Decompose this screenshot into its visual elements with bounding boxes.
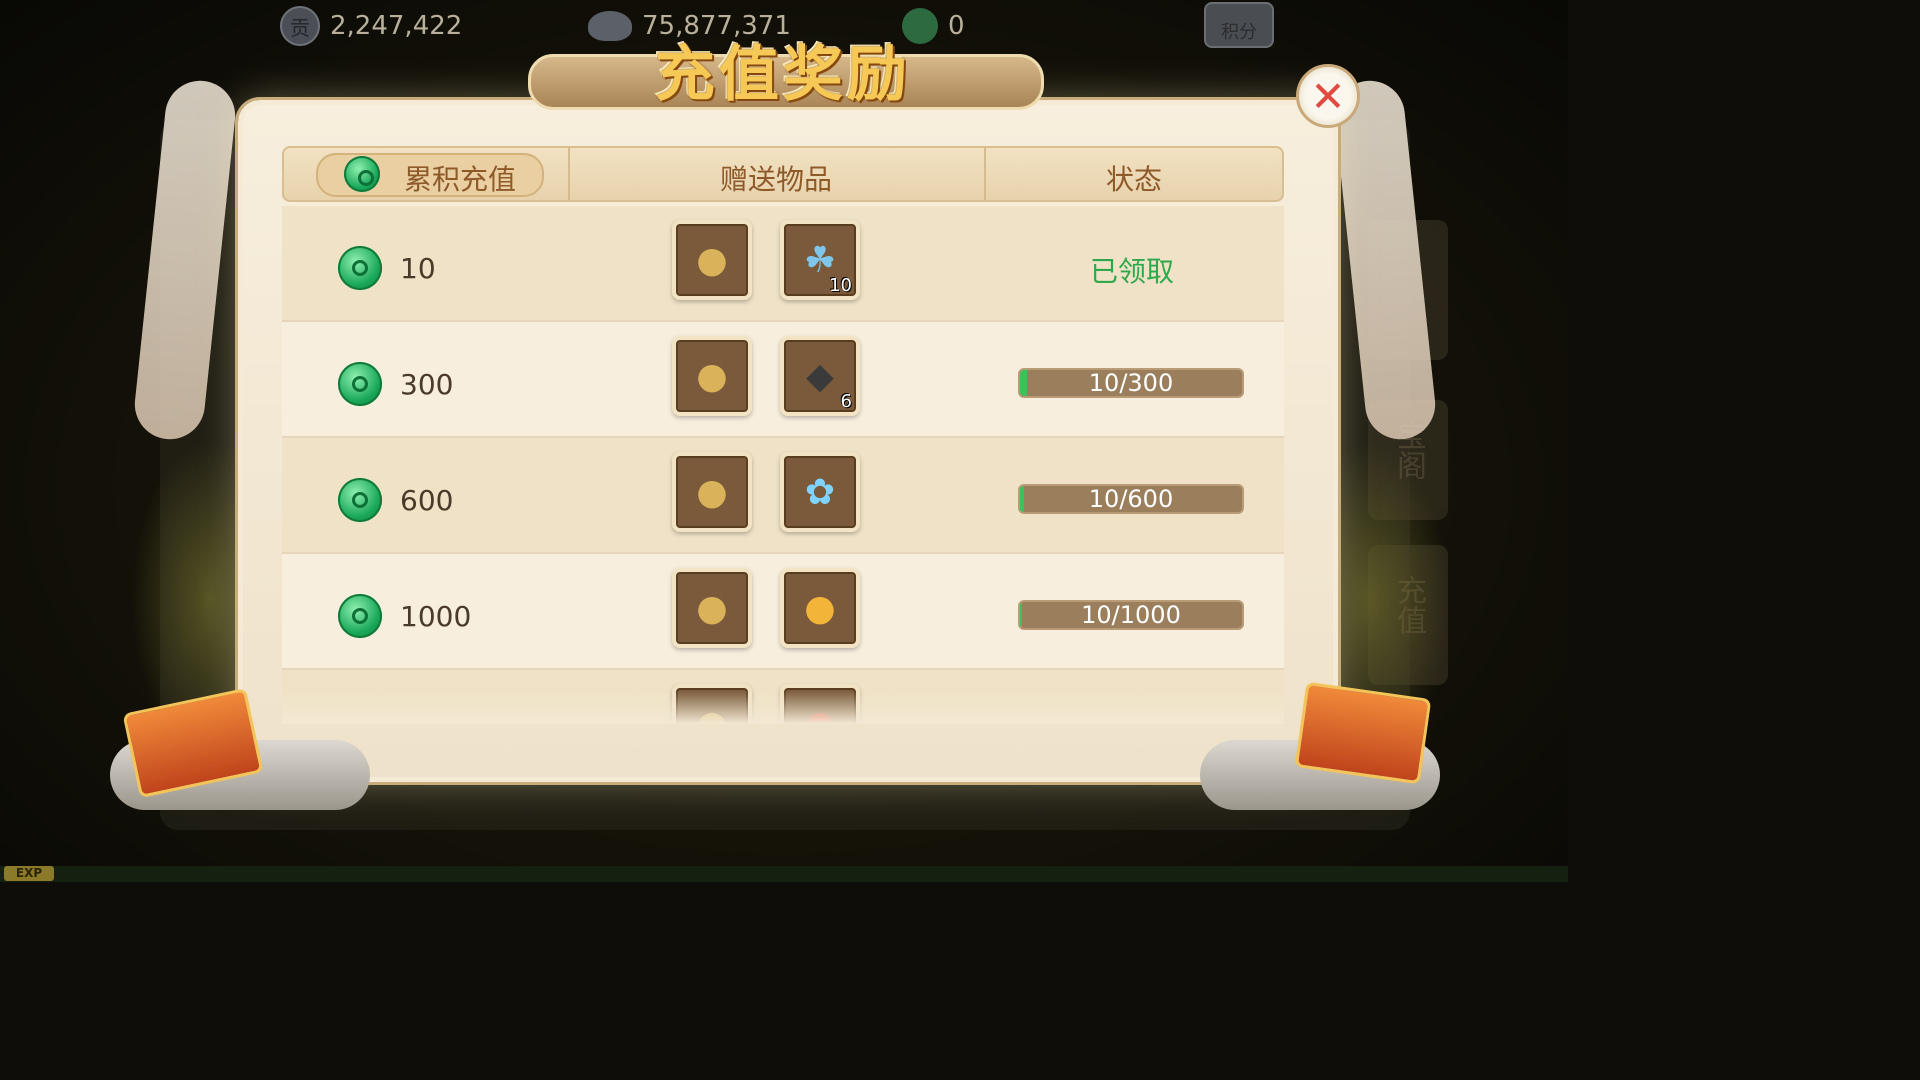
contribution-currency: 贡 2,247,422 (280, 6, 462, 46)
item-count: 10 (829, 275, 852, 296)
reward-amount: 300 (400, 368, 454, 401)
reward-amount: 1000 (400, 600, 472, 633)
treasure-chest-right (1294, 681, 1432, 785)
close-button[interactable]: ✕ (1296, 64, 1360, 128)
dialog-title: 充值奖励 (655, 40, 911, 110)
progress-bar: 10/600 (1018, 484, 1244, 514)
exp-label: EXP (4, 866, 54, 881)
reward-amount: 10 (400, 252, 436, 285)
jade-icon (338, 594, 382, 638)
jade-icon (338, 246, 382, 290)
jade-icon (338, 478, 382, 522)
reward-list[interactable]: 10 ● ☘ 10 已领取 300 ● ◆ 6 10/300 600 ● ✿ 10/… (282, 206, 1284, 724)
silver-bag-icon[interactable]: ● (672, 568, 752, 648)
ore-icon[interactable]: ◆ 6 (780, 336, 860, 416)
contribution-coin-icon: 贡 (280, 6, 320, 46)
exp-bar (0, 866, 1568, 882)
progress-bar: 10/1000 (1018, 600, 1244, 630)
silver-bag-icon[interactable]: ● (672, 220, 752, 300)
reward-row: 600 ● ✿ 10/600 (282, 438, 1284, 554)
contribution-value: 2,247,422 (330, 11, 463, 41)
close-icon: ✕ (1310, 71, 1346, 121)
crystal-orb-icon[interactable]: ✿ (780, 452, 860, 532)
reward-row: 1000 ● ● 10/1000 (282, 554, 1284, 670)
column-header-status: 状态 (1105, 163, 1162, 196)
silver-bag-icon[interactable]: ● (672, 336, 752, 416)
score-button-label: 积分 (1221, 22, 1257, 43)
header-jade-icon (344, 156, 380, 192)
column-header-gifts: 赠送物品 (719, 163, 832, 196)
reward-row: 10 ● ☘ 10 已领取 (282, 206, 1284, 322)
progress-label: 10/600 (1088, 485, 1174, 513)
item-count: 6 (840, 391, 852, 412)
reward-row: 300 ● ◆ 6 10/300 (282, 322, 1284, 438)
silver-bag-icon[interactable]: ● (672, 452, 752, 532)
list-fade (282, 690, 1284, 724)
score-button[interactable]: 积分 (1204, 2, 1274, 48)
gold-bag-icon[interactable]: ● (780, 568, 860, 648)
progress-label: 10/1000 (1081, 601, 1181, 629)
column-header-cumulative: 累积充值 (403, 163, 516, 196)
reward-amount: 600 (400, 484, 454, 517)
jade-icon (338, 362, 382, 406)
progress-label: 10/300 (1088, 369, 1174, 397)
progress-bar: 10/300 (1018, 368, 1244, 398)
vase-icon[interactable]: ☘ 10 (780, 220, 860, 300)
status-claimed: 已领取 (1090, 255, 1175, 288)
